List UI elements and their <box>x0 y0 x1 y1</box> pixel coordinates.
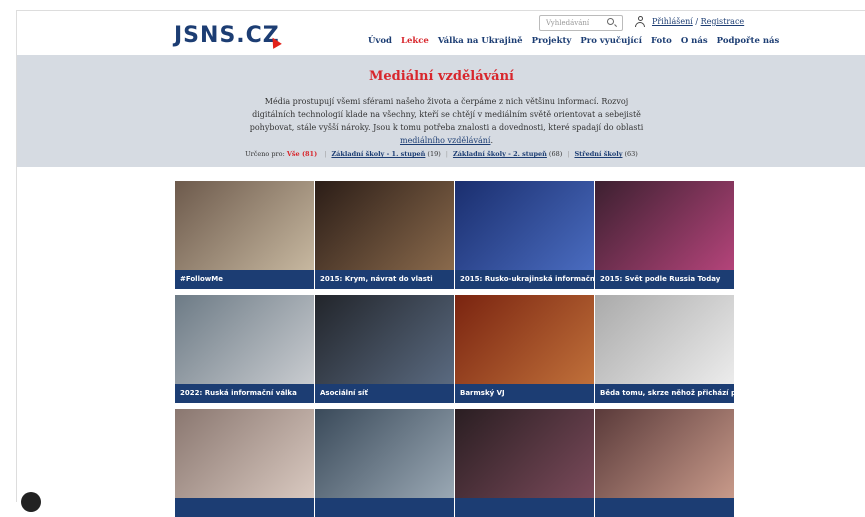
main-nav: Úvod Lekce Válka na Ukrajině Projekty Pro vy… <box>368 36 788 46</box>
page-title: Mediální vzdělávání <box>369 69 514 84</box>
lesson-thumbnail[interactable] <box>315 409 454 498</box>
lesson-thumbnail[interactable] <box>175 409 314 498</box>
lesson-card[interactable]: 2022: Ruská informační válka <box>175 295 314 403</box>
chat-button[interactable] <box>21 492 41 512</box>
lesson-title[interactable]: 2015: Rusko-ukrajinská informačn... <box>455 270 594 289</box>
lesson-title[interactable] <box>175 498 314 517</box>
lesson-thumbnail[interactable] <box>175 181 314 270</box>
nav-item[interactable]: Foto <box>651 36 672 46</box>
filter-separator: | <box>324 150 327 158</box>
nav-item[interactable]: Lekce <box>401 36 429 46</box>
lesson-title[interactable]: #FollowMe <box>175 270 314 289</box>
login-link[interactable]: Přihlášení <box>652 17 693 26</box>
lesson-card[interactable]: Běda tomu, skrze něhož přichází p... <box>595 295 734 403</box>
lesson-title[interactable]: 2022: Ruská informační válka <box>175 384 314 403</box>
auth-separator: / <box>695 17 699 26</box>
lesson-card[interactable]: 2015: Rusko-ukrajinská informačn... <box>455 181 594 289</box>
filter-count: (68) <box>548 150 563 158</box>
audience-filters: Určeno pro: Vše (81) | Základní školy - 1… <box>17 150 865 158</box>
lesson-card[interactable] <box>455 409 594 517</box>
lesson-card[interactable]: Barmský VJ <box>455 295 594 403</box>
lesson-card[interactable]: #FollowMe <box>175 181 314 289</box>
site-header: JSNS.CZ Vyhledávání Přihlášení / Registr… <box>17 11 865 55</box>
lesson-card[interactable] <box>315 409 454 517</box>
category-description: Média prostupují všemi sférami našeho ži… <box>249 97 644 145</box>
lesson-title[interactable]: 2015: Krym, návrat do vlasti <box>315 270 454 289</box>
lesson-title[interactable]: Barmský VJ <box>455 384 594 403</box>
filter-option[interactable]: Střední školy <box>574 150 622 158</box>
lesson-card[interactable]: 2015: Svět podle Russia Today <box>595 181 734 289</box>
lesson-thumbnail[interactable] <box>595 409 734 498</box>
lesson-card[interactable] <box>175 409 314 517</box>
filter-all[interactable]: Vše (81) <box>287 150 317 158</box>
filter-label: Určeno pro: <box>245 150 285 158</box>
lesson-thumbnail[interactable] <box>455 295 594 384</box>
lesson-title[interactable]: 2015: Svět podle Russia Today <box>595 270 734 289</box>
filter-separator: | <box>567 150 570 158</box>
filter-count: (63) <box>624 150 638 158</box>
filter-count: (19) <box>427 150 441 158</box>
user-icon <box>635 16 645 27</box>
filter-option[interactable]: Základní školy - 1. stupeň <box>331 150 425 158</box>
lesson-title[interactable]: Asociální síť <box>315 384 454 403</box>
site-logo[interactable]: JSNS.CZ <box>174 23 282 49</box>
browser-page: JSNS.CZ Vyhledávání Přihlášení / Registr… <box>16 10 865 517</box>
lesson-thumbnail[interactable] <box>595 295 734 384</box>
search-icon[interactable] <box>607 18 614 25</box>
nav-item[interactable]: O nás <box>681 36 708 46</box>
lesson-title[interactable] <box>315 498 454 517</box>
lesson-title[interactable] <box>455 498 594 517</box>
nav-item[interactable]: Úvod <box>368 36 392 46</box>
media-education-link[interactable]: mediálního vzdělávání <box>400 136 490 145</box>
lesson-title[interactable] <box>595 498 734 517</box>
lesson-card[interactable]: 2015: Krym, návrat do vlasti <box>315 181 454 289</box>
nav-item[interactable]: Válka na Ukrajině <box>438 36 523 46</box>
nav-item[interactable]: Pro vyučující <box>580 36 642 46</box>
lesson-thumbnail[interactable] <box>315 181 454 270</box>
search-input[interactable]: Vyhledávání <box>539 15 623 31</box>
lesson-thumbnail[interactable] <box>455 409 594 498</box>
lesson-title[interactable]: Běda tomu, skrze něhož přichází p... <box>595 384 734 403</box>
lesson-thumbnail[interactable] <box>315 295 454 384</box>
lesson-thumbnail[interactable] <box>455 181 594 270</box>
nav-item[interactable]: Projekty <box>532 36 572 46</box>
lesson-thumbnail[interactable] <box>595 181 734 270</box>
site-logo-text: JSNS.CZ <box>174 23 280 48</box>
lesson-card[interactable]: Asociální síť <box>315 295 454 403</box>
lesson-thumbnail[interactable] <box>175 295 314 384</box>
register-link[interactable]: Registrace <box>701 17 745 26</box>
category-hero: Mediální vzdělávání Média prostupují vše… <box>17 55 865 167</box>
search-placeholder: Vyhledávání <box>546 19 590 27</box>
filter-option[interactable]: Základní školy - 2. stupeň <box>453 150 547 158</box>
nav-item[interactable]: Podpořte nás <box>717 36 780 46</box>
lesson-card[interactable] <box>595 409 734 517</box>
filter-separator: | <box>445 150 448 158</box>
auth-links: Přihlášení / Registrace <box>652 17 744 26</box>
